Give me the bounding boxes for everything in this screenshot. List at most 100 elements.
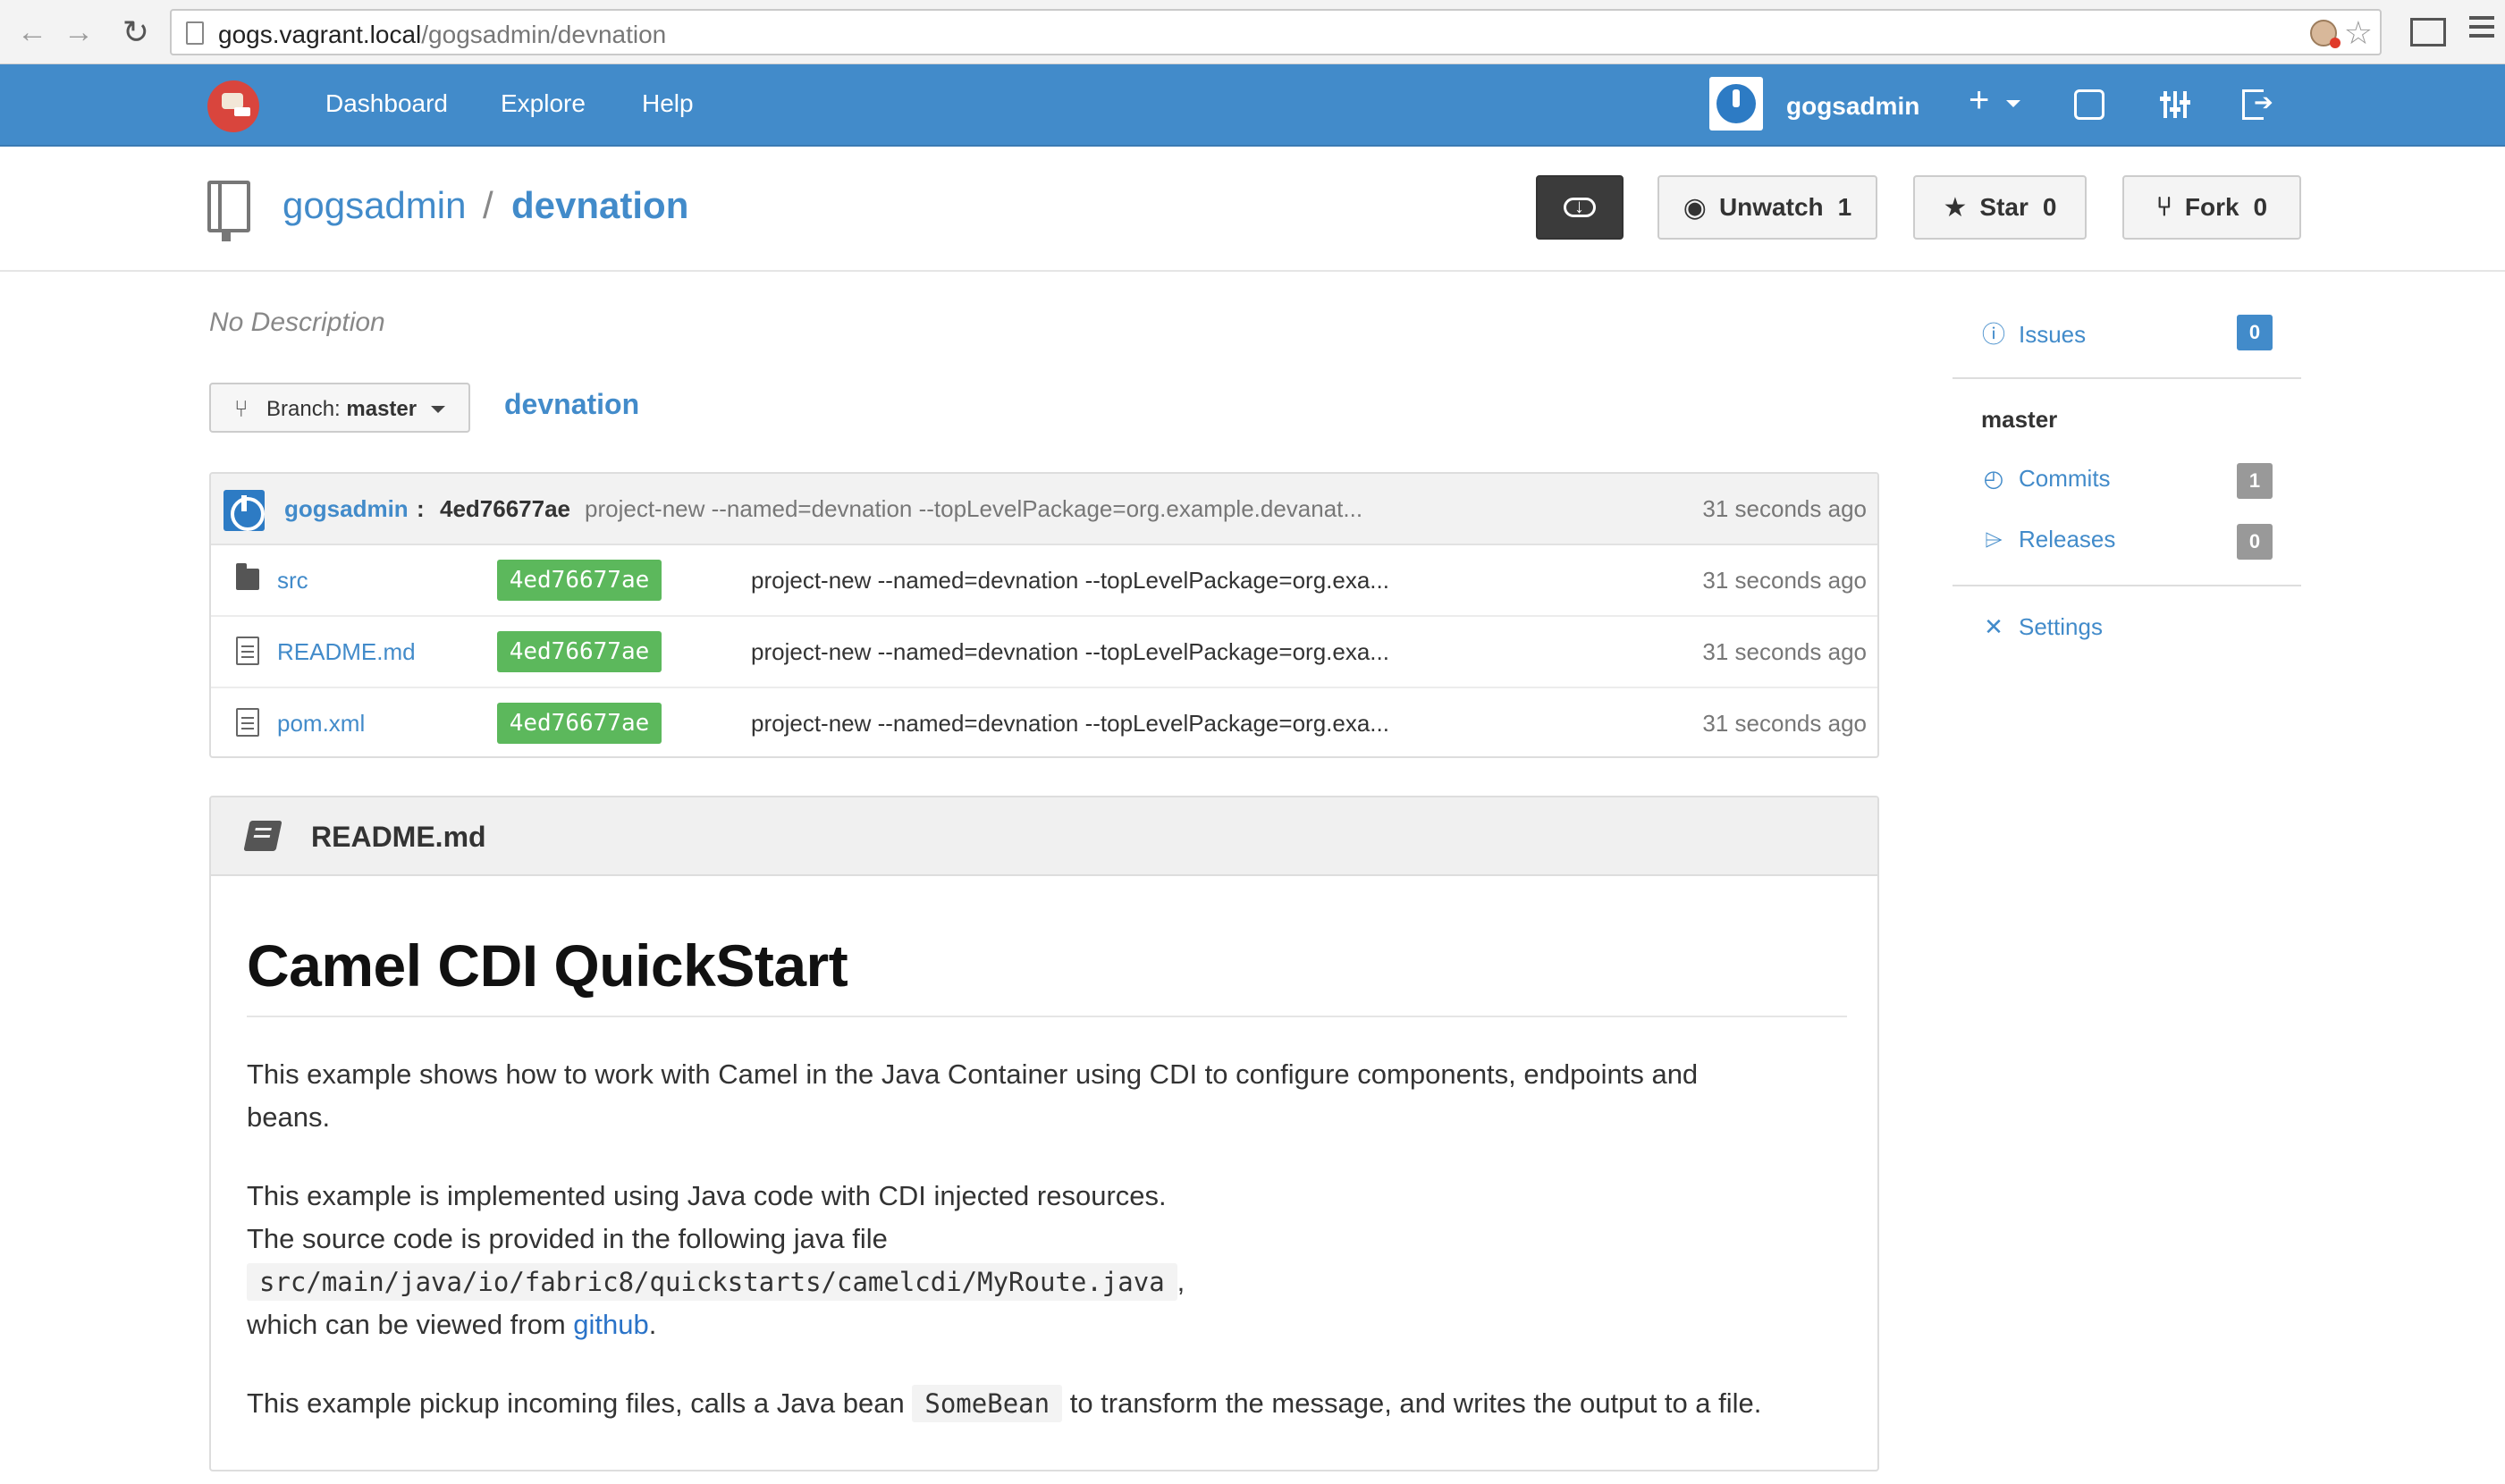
commit-sha-link[interactable]: 4ed76677ae [440, 495, 570, 523]
avatar[interactable] [1709, 77, 1763, 131]
watch-count: 1 [1837, 193, 1852, 221]
url-text[interactable]: gogs.vagrant.local/gogsadmin/devnation [218, 21, 666, 49]
reload-icon[interactable]: ↻ [116, 13, 156, 52]
commits-count-badge: 1 [2237, 463, 2273, 499]
repo-path-separator: / [483, 184, 493, 226]
cast-icon[interactable] [2410, 18, 2446, 46]
star-label: Star [1979, 193, 2028, 221]
create-new-button[interactable]: + [1969, 80, 1989, 121]
readme-text: This example pickup incoming files, call… [247, 1387, 905, 1419]
sidebar-item-settings[interactable]: ✕ Settings [1981, 613, 2103, 641]
table-row: README.md 4ed76677ae project-new --named… [211, 617, 1877, 688]
sidebar-item-commits[interactable]: ◴ Commits [1981, 465, 2111, 493]
top-navbar: Dashboard Explore Help gogsadmin + [0, 64, 2505, 147]
sidebar-item-releases[interactable]: ⌲ Releases [1981, 526, 2116, 554]
repo-book-icon [207, 181, 250, 241]
chevron-down-icon [431, 406, 445, 413]
issues-count-badge: 0 [2237, 315, 2273, 350]
sidebar-branch-heading: master [1981, 406, 2058, 433]
nav-explore[interactable]: Explore [501, 89, 586, 118]
file-commit-time: 31 seconds ago [1702, 710, 1867, 737]
fork-button[interactable]: ⑂ Fork 0 [2122, 175, 2301, 240]
gogs-logo[interactable] [207, 80, 259, 132]
eye-icon: ◉ [1683, 192, 1707, 223]
repo-header: gogsadmin / devnation ◉ Unwatch 1 ★ Star… [0, 148, 2505, 272]
readme-paragraph: This example pickup incoming files, call… [247, 1382, 1847, 1425]
readme-heading: Camel CDI QuickStart [247, 932, 1847, 1017]
divider [1953, 377, 2301, 379]
readme-filename: README.md [311, 821, 486, 853]
fork-icon: ⑂ [2155, 192, 2172, 222]
issue-opened-icon: ⓘ [1981, 321, 2005, 348]
branch-value: master [346, 397, 418, 421]
file-name-link[interactable]: README.md [277, 638, 416, 666]
readme-header: README.md [211, 797, 1877, 876]
tools-icon: ✕ [1984, 613, 2003, 640]
releases-count-badge: 0 [2237, 524, 2273, 560]
sidebar-item-issues[interactable]: ⓘ Issues [1981, 316, 2086, 350]
code-snippet: SomeBean [912, 1385, 1063, 1422]
table-row: pom.xml 4ed76677ae project-new --named=d… [211, 688, 1877, 756]
commit-separator: : [417, 495, 425, 522]
branch-icon: ⑂ [234, 395, 249, 422]
browser-toolbar: ← → ↻ gogs.vagrant.local/gogsadmin/devna… [0, 0, 2505, 64]
history-icon: ◴ [1983, 465, 2004, 492]
readme-paragraph: This example is implemented using Java c… [247, 1180, 1185, 1340]
commit-message: project-new --named=devnation --topLevel… [585, 495, 1363, 522]
file-commit-time: 31 seconds ago [1702, 638, 1867, 665]
file-commit-message[interactable]: project-new --named=devnation --topLevel… [751, 638, 1389, 666]
extension-icon[interactable] [2310, 20, 2341, 48]
file-commit-message[interactable]: project-new --named=devnation --topLevel… [751, 567, 1389, 594]
sign-out-icon[interactable] [2242, 89, 2273, 120]
forward-arrow-icon[interactable]: → [59, 13, 98, 52]
file-text-icon [236, 708, 259, 737]
repo-description: No Description [209, 308, 385, 337]
branch-label: Branch: [266, 397, 341, 421]
fork-label: Fork [2184, 193, 2239, 221]
nav-dashboard[interactable]: Dashboard [325, 89, 448, 118]
repo-name-link[interactable]: devnation [511, 184, 688, 227]
bookmark-star-icon[interactable]: ☆ [2344, 14, 2373, 52]
github-link[interactable]: github [573, 1309, 648, 1340]
address-bar[interactable]: gogs.vagrant.local/gogsadmin/devnation ☆ [170, 9, 2382, 55]
readme-text: The source code is provided in the follo… [247, 1223, 888, 1254]
readme-text: This example is implemented using Java c… [247, 1180, 1167, 1211]
browser-menu-icon[interactable] [2469, 16, 2494, 43]
nav-help[interactable]: Help [642, 89, 694, 118]
file-commit-message[interactable]: project-new --named=devnation --topLevel… [751, 710, 1389, 738]
readme-paragraph: This example shows how to work with Came… [247, 1058, 1699, 1133]
chevron-down-icon[interactable] [2006, 100, 2020, 107]
divider [1953, 585, 2301, 586]
admin-panel-icon[interactable] [2160, 89, 2190, 120]
breadcrumb[interactable]: devnation [504, 388, 639, 421]
unwatch-button[interactable]: ◉ Unwatch 1 [1657, 175, 1877, 240]
book-icon [243, 821, 283, 851]
unwatch-label: Unwatch [1718, 193, 1824, 221]
repo-owner-link[interactable]: gogsadmin [283, 184, 466, 227]
user-dashboard-icon[interactable] [2074, 89, 2104, 120]
star-count: 0 [2042, 193, 2057, 221]
commit-author-link[interactable]: gogsadmin [284, 495, 409, 523]
back-arrow-icon[interactable]: ← [13, 13, 52, 52]
commit-sha-badge[interactable]: 4ed76677ae [497, 631, 662, 672]
cloud-download-icon [1564, 195, 1596, 218]
username-link[interactable]: gogsadmin [1786, 92, 1919, 121]
file-name-link[interactable]: src [277, 567, 308, 594]
readme-content: Camel CDI QuickStart This example shows … [247, 932, 1847, 1461]
commit-sha-badge[interactable]: 4ed76677ae [497, 703, 662, 744]
readme-text: which can be viewed from [247, 1309, 566, 1340]
commit-time: 31 seconds ago [1702, 495, 1867, 522]
code-snippet: src/main/java/io/fabric8/quickstarts/cam… [247, 1263, 1177, 1301]
fork-count: 0 [2253, 193, 2268, 221]
star-button[interactable]: ★ Star 0 [1913, 175, 2087, 240]
avatar[interactable] [224, 490, 265, 531]
readme-text: to transform the message, and writes the… [1069, 1387, 1762, 1419]
readme-panel: README.md Camel CDI QuickStart This exam… [209, 796, 1879, 1471]
file-table: gogsadmin : 4ed76677ae project-new --nam… [209, 472, 1879, 758]
file-name-link[interactable]: pom.xml [277, 710, 365, 738]
commit-sha-badge[interactable]: 4ed76677ae [497, 560, 662, 601]
table-row: src 4ed76677ae project-new --named=devna… [211, 545, 1877, 617]
branch-selector[interactable]: ⑂ Branch: master [209, 383, 470, 433]
download-button[interactable] [1536, 175, 1624, 240]
file-commit-time: 31 seconds ago [1702, 567, 1867, 594]
